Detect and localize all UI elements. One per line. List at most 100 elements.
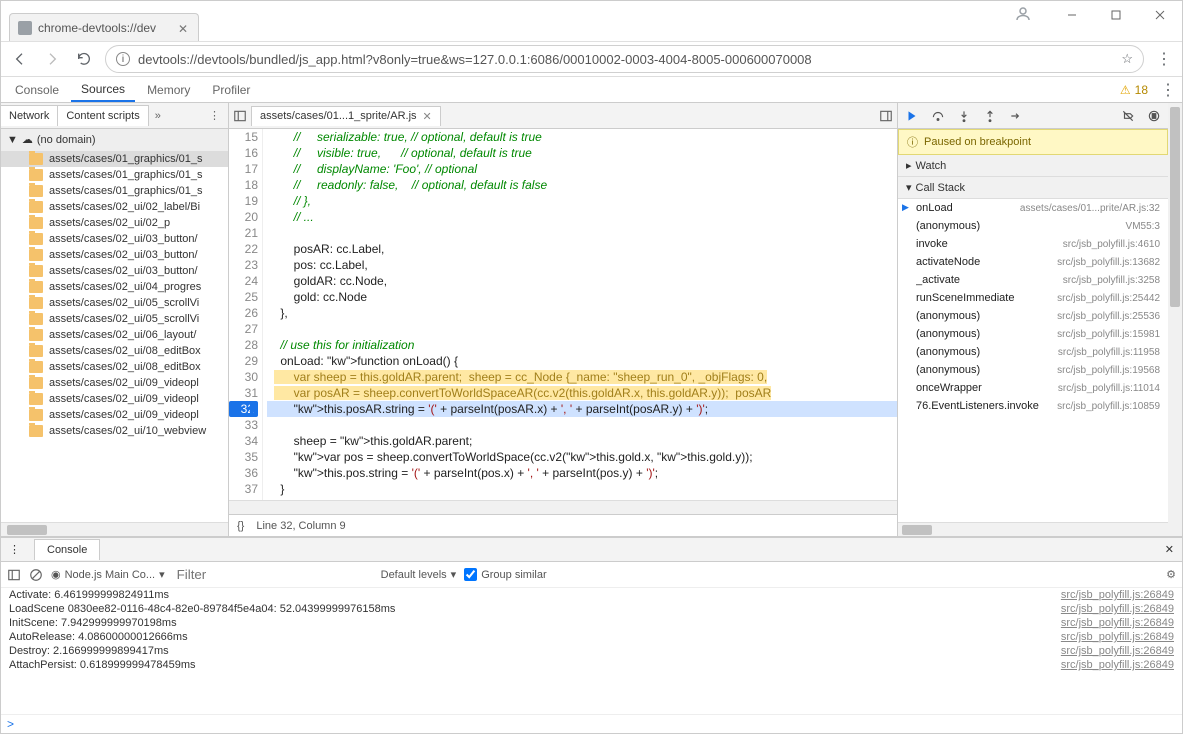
file-tree-item[interactable]: assets/cases/02_ui/02_p — [1, 215, 228, 231]
console-row[interactable]: LoadScene 0830ee82-0116-48c4-82e0-89784f… — [1, 602, 1182, 616]
navigator-hscrollbar[interactable] — [1, 522, 228, 536]
context-selector[interactable]: ◉ Node.js Main Co... ▾ — [51, 568, 165, 581]
minimize-button[interactable] — [1050, 1, 1094, 29]
step-icon[interactable] — [1006, 106, 1026, 126]
bookmark-icon[interactable]: ☆ — [1121, 51, 1133, 67]
line-number[interactable]: 28 — [229, 337, 258, 353]
line-number[interactable]: 27 — [229, 321, 258, 337]
braces-icon[interactable]: {} — [237, 520, 244, 532]
code-line[interactable]: "kw">this.posAR.string = '(' + parseInt(… — [267, 401, 897, 417]
file-tree-item[interactable]: assets/cases/01_graphics/01_s — [1, 167, 228, 183]
file-tree-item[interactable]: assets/cases/02_ui/08_editBox — [1, 359, 228, 375]
stack-frame[interactable]: (anonymous)src/jsb_polyfill.js:19568 — [898, 361, 1168, 379]
code-editor[interactable]: // serializable: true, // optional, defa… — [263, 129, 897, 500]
file-tree-item[interactable]: assets/cases/02_ui/03_button/ — [1, 231, 228, 247]
code-line[interactable] — [267, 417, 897, 433]
code-line[interactable]: // use this for initialization — [267, 337, 897, 353]
drawer-menu-icon[interactable]: ⋮ — [1, 543, 28, 556]
code-line[interactable]: // visible: true, // optional, default i… — [267, 145, 897, 161]
code-line[interactable] — [267, 497, 897, 500]
console-source-link[interactable]: src/jsb_polyfill.js:26849 — [1061, 603, 1174, 615]
group-similar-checkbox[interactable]: Group similar — [464, 568, 546, 581]
site-info-icon[interactable]: i — [116, 52, 130, 66]
reload-button[interactable] — [73, 48, 95, 70]
stack-frame[interactable]: invokesrc/jsb_polyfill.js:4610 — [898, 235, 1168, 253]
code-line[interactable]: // ... — [267, 209, 897, 225]
console-source-link[interactable]: src/jsb_polyfill.js:26849 — [1061, 645, 1174, 657]
editor-file-tab[interactable]: assets/cases/01...1_sprite/AR.js ✕ — [251, 106, 441, 126]
line-number[interactable]: 31 — [229, 385, 258, 401]
code-line[interactable]: goldAR: cc.Node, — [267, 273, 897, 289]
code-line[interactable]: // }, — [267, 193, 897, 209]
tab-sources[interactable]: Sources — [71, 78, 135, 102]
toggle-sidebar-icon[interactable] — [7, 568, 21, 582]
console-filter-input[interactable] — [173, 565, 373, 584]
code-line[interactable]: pos: cc.Label, — [267, 257, 897, 273]
navigator-more-icon[interactable]: » — [149, 110, 167, 122]
file-tree-item[interactable]: assets/cases/01_graphics/01_s — [1, 151, 228, 167]
console-source-link[interactable]: src/jsb_polyfill.js:26849 — [1061, 589, 1174, 601]
domain-header[interactable]: ▼ ☁ (no domain) — [1, 129, 228, 151]
navigator-tab-network[interactable]: Network — [0, 105, 58, 126]
console-row[interactable]: Destroy: 2.166999999899417mssrc/jsb_poly… — [1, 644, 1182, 658]
line-number[interactable]: 35 — [229, 449, 258, 465]
line-number[interactable]: 17 — [229, 161, 258, 177]
line-number[interactable]: 23 — [229, 257, 258, 273]
navigator-menu-icon[interactable]: ⋮ — [201, 109, 228, 122]
code-line[interactable]: sheep = "kw">this.goldAR.parent; — [267, 433, 897, 449]
step-out-icon[interactable] — [980, 106, 1000, 126]
browser-tab[interactable]: chrome-devtools://dev ✕ — [9, 13, 199, 41]
step-into-icon[interactable] — [954, 106, 974, 126]
code-line[interactable]: // readonly: false, // optional, default… — [267, 177, 897, 193]
stack-frame[interactable]: onceWrappersrc/jsb_polyfill.js:11014 — [898, 379, 1168, 397]
line-number[interactable]: 36 — [229, 465, 258, 481]
code-line[interactable] — [267, 225, 897, 241]
file-tree-item[interactable]: assets/cases/02_ui/05_scrollVi — [1, 311, 228, 327]
file-tree-item[interactable]: assets/cases/02_ui/09_videopl — [1, 375, 228, 391]
file-tree-item[interactable]: assets/cases/02_ui/04_progres — [1, 279, 228, 295]
profile-icon[interactable] — [1014, 5, 1032, 23]
line-gutter[interactable]: 1516171819202122232425262728293031323334… — [229, 129, 263, 500]
navigator-tab-content-scripts[interactable]: Content scripts — [57, 105, 148, 126]
console-row[interactable]: AttachPersist: 0.618999999478459mssrc/js… — [1, 658, 1182, 672]
line-number[interactable]: 15 — [229, 129, 258, 145]
stack-frame[interactable]: 76.EventListeners.invokesrc/jsb_polyfill… — [898, 397, 1168, 415]
close-window-button[interactable] — [1138, 1, 1182, 29]
browser-menu-icon[interactable]: ⋮ — [1154, 49, 1174, 69]
line-number[interactable]: 18 — [229, 177, 258, 193]
editor-hscrollbar[interactable] — [229, 500, 897, 514]
code-line[interactable]: }, — [267, 305, 897, 321]
stack-frame[interactable]: (anonymous)src/jsb_polyfill.js:15981 — [898, 325, 1168, 343]
console-source-link[interactable]: src/jsb_polyfill.js:26849 — [1061, 617, 1174, 629]
devtools-menu-icon[interactable]: ⋮ — [1158, 80, 1178, 100]
line-number[interactable]: 24 — [229, 273, 258, 289]
line-number[interactable]: 30 — [229, 369, 258, 385]
file-tree-item[interactable]: assets/cases/02_ui/08_editBox — [1, 343, 228, 359]
back-button[interactable] — [9, 48, 31, 70]
drawer-close-icon[interactable]: ✕ — [1157, 543, 1182, 556]
tab-console[interactable]: Console — [5, 79, 69, 101]
warnings-badge[interactable]: ⚠ 18 — [1120, 83, 1148, 97]
tab-profiler[interactable]: Profiler — [202, 79, 260, 101]
line-number[interactable]: 34 — [229, 433, 258, 449]
file-tree-item[interactable]: assets/cases/02_ui/03_button/ — [1, 263, 228, 279]
watch-section[interactable]: ▸Watch — [898, 155, 1168, 177]
file-tree-item[interactable]: assets/cases/02_ui/09_videopl — [1, 391, 228, 407]
address-bar[interactable]: i devtools://devtools/bundled/js_app.htm… — [105, 45, 1144, 73]
resume-icon[interactable] — [902, 106, 922, 126]
close-file-icon[interactable]: ✕ — [423, 110, 432, 123]
line-number[interactable]: 33 — [229, 417, 258, 433]
stack-frame[interactable]: onLoadassets/cases/01...prite/AR.js:32 — [898, 199, 1168, 217]
close-tab-icon[interactable]: ✕ — [178, 22, 190, 34]
console-row[interactable]: AutoRelease: 4.08600000012666mssrc/jsb_p… — [1, 630, 1182, 644]
step-over-icon[interactable] — [928, 106, 948, 126]
code-line[interactable]: } — [267, 481, 897, 497]
console-prompt[interactable]: > — [1, 714, 1182, 733]
line-number[interactable]: 22 — [229, 241, 258, 257]
line-number[interactable]: 26 — [229, 305, 258, 321]
toggle-navigator-icon[interactable] — [233, 109, 247, 123]
tab-memory[interactable]: Memory — [137, 79, 200, 101]
code-line[interactable]: "kw">this.pos.string = '(' + parseInt(po… — [267, 465, 897, 481]
line-number[interactable]: 16 — [229, 145, 258, 161]
file-tree-item[interactable]: assets/cases/02_ui/10_webview — [1, 423, 228, 439]
